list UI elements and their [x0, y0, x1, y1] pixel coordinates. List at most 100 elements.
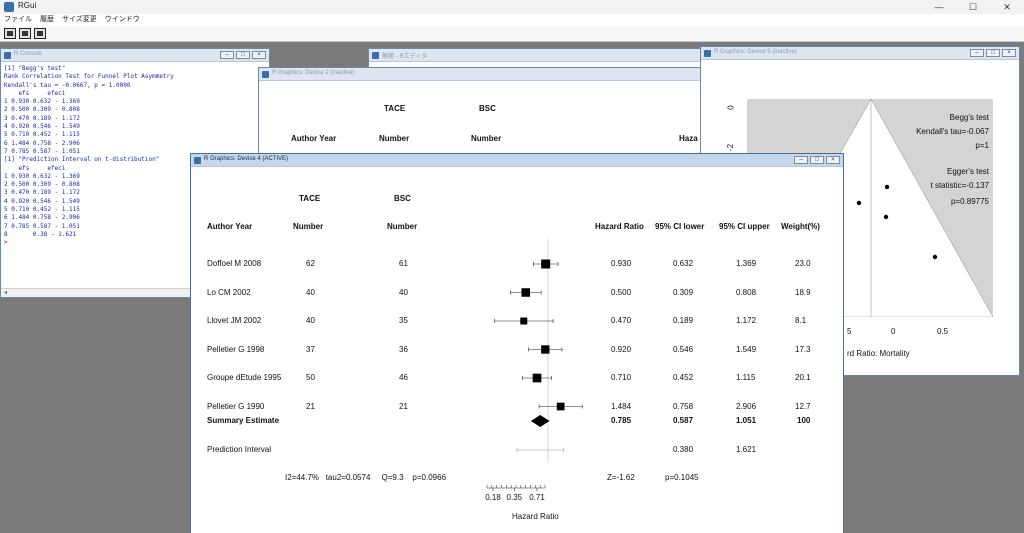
menu-window[interactable]: ウインドウ	[105, 14, 140, 26]
study-ci-lower: 0.632	[673, 259, 694, 268]
study-bsc-n: 21	[399, 401, 408, 411]
study-name: Pelletier G 1998	[207, 344, 265, 354]
x-axis-tick-label: 0.71	[529, 493, 545, 502]
study-ci-lower: 0.758	[673, 401, 694, 411]
prediction-label: Prediction Interval	[207, 445, 272, 454]
device5-titlebar[interactable]: R Graphics: Device 5 (inactive) – □ ×	[701, 47, 1019, 60]
study-ci-upper: 1.549	[736, 344, 757, 354]
mdi-workspace: R Console – □ × [1] "Begg's test" Rank Co…	[0, 42, 1024, 533]
console-line: 3 0.470 0.189 - 1.172	[4, 114, 80, 122]
print-icon[interactable]	[19, 28, 31, 39]
funnel-y-tick: 0	[726, 105, 736, 110]
device4-maximize-button[interactable]: □	[810, 156, 824, 164]
device5-window-buttons: – □ ×	[970, 49, 1016, 57]
hr-square	[520, 317, 528, 325]
r-window-icon	[704, 50, 711, 57]
device4-titlebar[interactable]: R Graphics: Device 4 (ACTIVE) – □ ×	[191, 154, 843, 167]
menu-resize[interactable]: サイズ変更	[62, 14, 97, 26]
funnel-point	[932, 254, 938, 260]
editor-title: 無題 - Rエディタ	[382, 54, 428, 60]
copy-metafile-icon[interactable]	[4, 28, 16, 39]
study-ci-lower: 0.309	[673, 287, 694, 297]
funnel-point	[856, 200, 862, 206]
window-controls: — ☐ ✕	[922, 0, 1024, 14]
egger-p: p=0.89775	[950, 197, 989, 206]
study-ci-upper: 1.369	[736, 259, 757, 268]
study-bsc-n: 35	[399, 316, 408, 325]
hr-square	[541, 345, 550, 354]
header-ci-lower: 95% CI lower	[655, 222, 705, 231]
device5-close-button[interactable]: ×	[1002, 49, 1016, 57]
header-number-bsc: Number	[387, 222, 418, 231]
hr-square	[541, 259, 551, 269]
study-bsc-n: 61	[399, 259, 408, 268]
prediction-upper: 1.621	[736, 445, 757, 454]
app-title: RGui	[18, 1, 37, 10]
console-line: 6 1.484 0.758 - 2.906	[4, 139, 80, 147]
device4-close-button[interactable]: ×	[826, 156, 840, 164]
begg-title: Begg's test	[949, 113, 989, 122]
study-ci-upper: 1.115	[736, 373, 756, 382]
study-tace-n: 50	[306, 373, 315, 382]
summary-label: Summary Estimate	[207, 416, 280, 425]
study-bsc-n: 46	[399, 373, 408, 382]
hr-square	[521, 288, 531, 297]
study-tace-n: 40	[306, 316, 315, 325]
summary-hr: 0.785	[611, 416, 632, 425]
device5-title: R Graphics: Device 5 (inactive)	[714, 49, 797, 55]
study-weight: 8.1	[795, 316, 807, 325]
r-window-icon	[372, 52, 379, 59]
x-axis-label: Hazard Ratio	[512, 512, 559, 521]
device4-window-buttons: – □ ×	[794, 156, 840, 164]
minimize-button[interactable]: —	[922, 0, 956, 14]
device4-minimize-button[interactable]: –	[794, 156, 808, 164]
d2-number2-header: Number	[471, 134, 502, 143]
funnel-point	[884, 184, 890, 190]
menu-history[interactable]: 履歴	[40, 14, 54, 26]
x-axis-tick-label: 0.35	[507, 493, 523, 502]
device5-maximize-button[interactable]: □	[986, 49, 1000, 57]
study-tace-n: 37	[306, 344, 315, 354]
console-close-button[interactable]: ×	[252, 51, 266, 59]
funnel-y-tick: -2	[726, 143, 736, 152]
d2-bsc-header: BSC	[479, 104, 496, 113]
r-window-icon	[262, 71, 269, 78]
device2-window[interactable]: R Graphics: Device 2 (inactive) TACE BSC…	[258, 67, 708, 167]
app-title-bar: RGui — ☐ ✕	[0, 0, 1024, 14]
study-hr: 0.920	[611, 344, 632, 354]
console-line: Kendall's tau = -0.0667, p = 1.0000	[4, 81, 131, 89]
console-line: [1] "Begg's test"	[4, 65, 66, 72]
menu-bar: ファイル 履歴 サイズ変更 ウインドウ	[0, 14, 1024, 26]
close-button[interactable]: ✕	[990, 0, 1024, 14]
study-ci-upper: 1.172	[736, 316, 757, 325]
prediction-lower: 0.380	[673, 445, 694, 454]
console-line: 4 0.920 0.546 - 1.549	[4, 123, 80, 131]
device4-title: R Graphics: Device 4 (ACTIVE)	[204, 156, 289, 162]
maximize-button[interactable]: ☐	[956, 0, 990, 14]
console-maximize-button[interactable]: □	[236, 51, 250, 59]
summary-lower: 0.587	[673, 416, 694, 425]
console-title: R Console	[14, 51, 43, 57]
device4-window[interactable]: R Graphics: Device 4 (ACTIVE) – □ × 0.18…	[190, 153, 844, 533]
begg-p: p=1	[975, 141, 989, 150]
funnel-x-tick: 0.5	[937, 327, 949, 336]
d2-author-header: Author Year	[291, 134, 337, 143]
device2-title: R Graphics: Device 2 (inactive)	[272, 70, 355, 76]
header-ci-upper: 95% CI upper	[719, 222, 770, 231]
header-author-year: Author Year	[207, 222, 253, 231]
egger-t: t statistic=-0.137	[930, 181, 989, 190]
study-bsc-n: 36	[399, 344, 408, 354]
console-titlebar[interactable]: R Console – □ ×	[1, 49, 269, 62]
console-line: Rank Correlation Test for Funnel Plot As…	[4, 73, 174, 81]
console-line: 2 0.500 0.309 - 0.808	[4, 106, 80, 114]
d2-tace-header: TACE	[384, 104, 406, 113]
device5-minimize-button[interactable]: –	[970, 49, 984, 57]
device2-titlebar[interactable]: R Graphics: Device 2 (inactive)	[259, 68, 707, 81]
console-minimize-button[interactable]: –	[220, 51, 234, 59]
console-line: 1 0.930 0.632 - 1.369	[4, 98, 80, 106]
study-ci-lower: 0.189	[673, 316, 694, 325]
z-p-value: p=0.1045	[665, 473, 699, 482]
window-icon[interactable]	[34, 28, 46, 39]
menu-file[interactable]: ファイル	[4, 14, 32, 26]
editor-titlebar[interactable]: 無題 - Rエディタ	[369, 49, 707, 62]
